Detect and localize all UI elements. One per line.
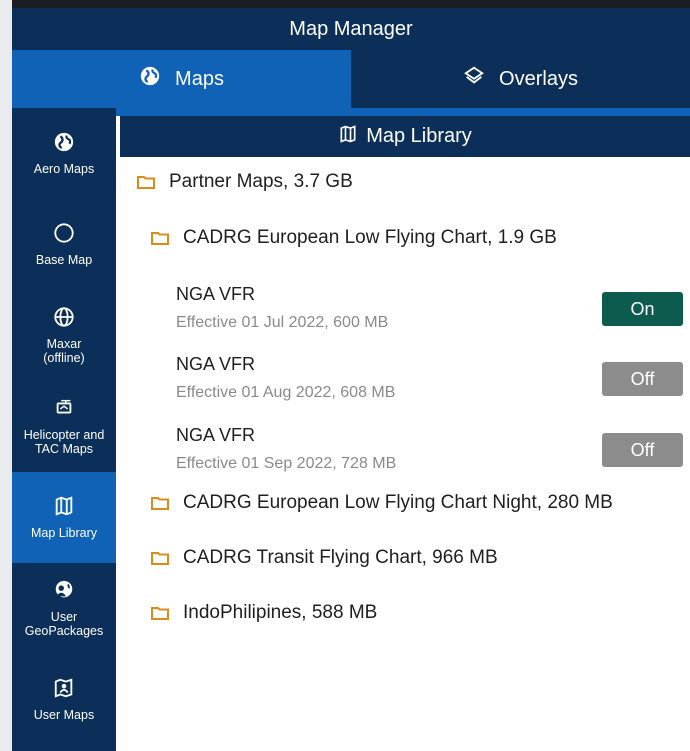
toggle-label: Off [630, 368, 655, 389]
layers-icon [463, 65, 485, 93]
folder-label: CADRG Transit Flying Chart, 966 MB [183, 547, 498, 568]
map-library-icon [338, 124, 358, 150]
sidebar-item-maxar[interactable]: Maxar (offline) [12, 290, 116, 381]
folder-icon [151, 497, 169, 510]
title-text: Map Manager [289, 17, 413, 40]
map-library-header: Map Library [120, 116, 690, 157]
sidebar-item-label: Maxar (offline) [43, 337, 85, 365]
toggle-label: Off [630, 439, 655, 460]
sidebar: Aero Maps Base Map Maxar (offline) Helic… [12, 108, 116, 751]
sidebar-item-aero-maps[interactable]: Aero Maps [12, 108, 116, 199]
globe-grid-icon [53, 306, 75, 331]
sidebar-item-label: Base Map [35, 253, 93, 267]
device-bezel-left [0, 0, 12, 751]
map-manager-window: Map Manager Maps Overlays Aero Maps Base… [0, 0, 690, 751]
map-title: NGA VFR [176, 425, 256, 445]
folder-icon [151, 552, 169, 565]
sidebar-item-base-map[interactable]: Base Map [12, 199, 116, 290]
map-toggle[interactable]: On [602, 292, 683, 326]
map-title: NGA VFR [176, 354, 256, 374]
toggle-label: On [630, 298, 655, 319]
folder-label: CADRG European Low Flying Chart Night, 2… [183, 492, 613, 513]
user-geopackage-icon [53, 579, 75, 604]
sidebar-item-label: Map Library [31, 526, 97, 540]
folder-icon [151, 232, 169, 245]
tab-maps[interactable]: Maps [12, 50, 351, 108]
circle-icon [53, 222, 75, 247]
sidebar-item-user-maps[interactable]: User Maps [12, 654, 116, 745]
map-library-header-label: Map Library [366, 125, 472, 147]
panel-accent-bar [116, 108, 690, 116]
globe-icon [139, 65, 161, 93]
sidebar-item-user-geopackages[interactable]: User GeoPackages [12, 563, 116, 654]
sidebar-item-map-library[interactable]: Map Library [12, 472, 116, 563]
map-subtitle: Effective 01 Aug 2022, 608 MB [176, 384, 396, 401]
folder-cadrg-european[interactable]: CADRG European Low Flying Chart, 1.9 GB [151, 227, 557, 249]
map-toggle[interactable]: Off [602, 433, 683, 467]
folder-label: Partner Maps, 3.7 GB [169, 171, 353, 192]
map-toggle[interactable]: Off [602, 362, 683, 396]
helicopter-icon [53, 397, 75, 422]
folder-cadrg-night[interactable]: CADRG European Low Flying Chart Night, 2… [151, 492, 613, 514]
globe-icon [53, 131, 75, 156]
sidebar-item-label: User Maps [33, 708, 95, 722]
map-library-icon [53, 495, 75, 520]
tab-bar: Maps Overlays [12, 50, 690, 108]
folder-indophilipines[interactable]: IndoPhilipines, 588 MB [151, 602, 377, 624]
folder-label: IndoPhilipines, 588 MB [183, 602, 378, 623]
folder-icon [151, 607, 169, 620]
folder-partner-maps[interactable]: Partner Maps, 3.7 GB [137, 171, 353, 193]
tab-overlays[interactable]: Overlays [351, 50, 690, 108]
tab-maps-label: Maps [175, 67, 224, 90]
sidebar-item-label: Helicopter and TAC Maps [23, 428, 105, 456]
sidebar-item-label: Aero Maps [33, 162, 95, 176]
sidebar-item-helicopter-tac[interactable]: Helicopter and TAC Maps [12, 381, 116, 472]
map-subtitle: Effective 01 Sep 2022, 728 MB [176, 455, 397, 472]
sidebar-item-label: User GeoPackages [24, 610, 104, 638]
folder-cadrg-transit[interactable]: CADRG Transit Flying Chart, 966 MB [151, 547, 498, 569]
map-subtitle: Effective 01 Jul 2022, 600 MB [176, 314, 389, 331]
folder-label: CADRG European Low Flying Chart, 1.9 GB [183, 227, 557, 248]
tab-overlays-label: Overlays [499, 67, 578, 90]
map-title: NGA VFR [176, 284, 256, 304]
page-title: Map Manager [12, 8, 690, 50]
folder-icon [137, 176, 155, 189]
user-map-icon [53, 677, 75, 702]
